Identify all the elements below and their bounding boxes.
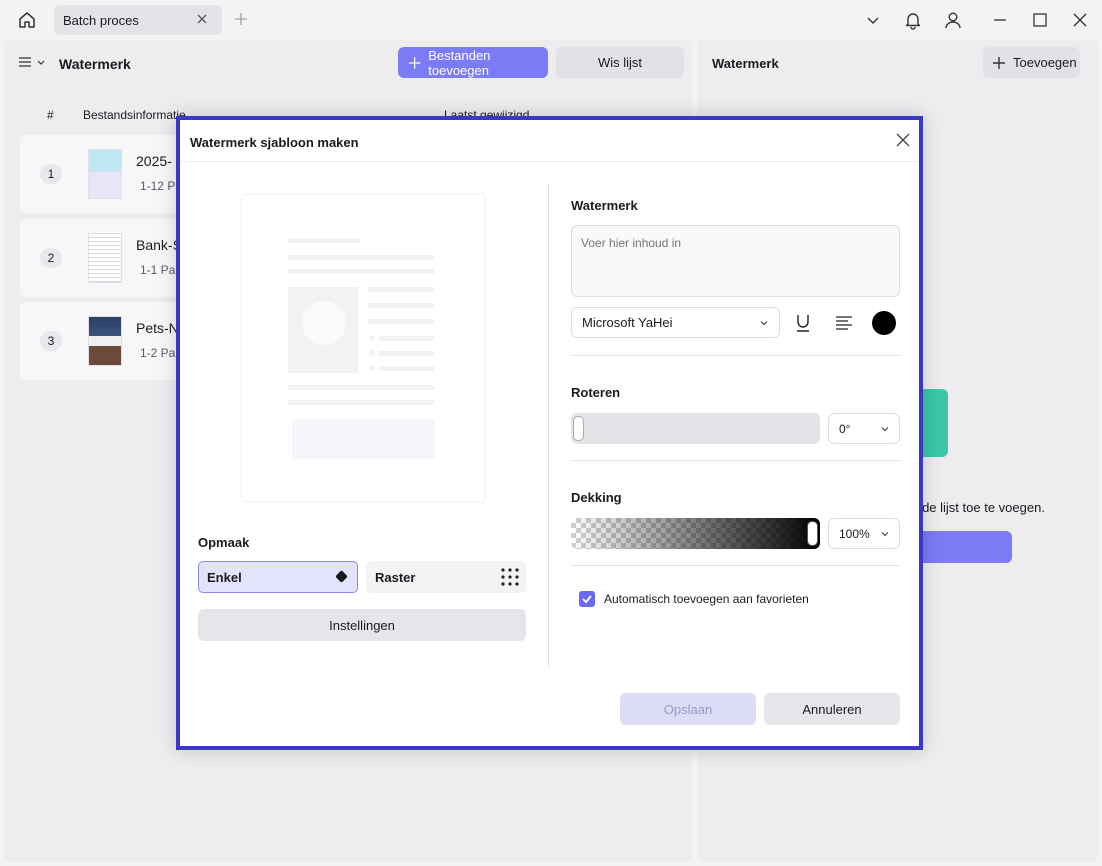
- watermark-text-input[interactable]: [571, 225, 900, 297]
- align-left-icon: [836, 316, 852, 330]
- font-select-value: Microsoft YaHei: [582, 315, 673, 330]
- home-button[interactable]: [14, 8, 40, 32]
- file-number: 1: [40, 164, 62, 184]
- panel-title: Watermerk: [712, 56, 779, 71]
- close-icon[interactable]: [895, 132, 911, 148]
- plus-icon[interactable]: [232, 10, 250, 28]
- user-icon: [945, 12, 961, 29]
- cancel-button[interactable]: Annuleren: [764, 693, 900, 725]
- file-name: 2025-: [136, 153, 172, 169]
- underline-icon: [797, 315, 809, 332]
- add-files-label: Bestanden toevoegen: [428, 47, 491, 78]
- opacity-slider[interactable]: [571, 518, 820, 549]
- tab-label: Batch proces: [63, 12, 139, 28]
- settings-button[interactable]: Instellingen: [198, 609, 526, 641]
- tab-batch-process[interactable]: Batch proces: [54, 5, 222, 35]
- chevron-down-icon: [881, 532, 889, 537]
- create-watermark-dialog: Watermerk sjabloon maken Opmaak Enkel Ra…: [176, 116, 923, 750]
- dialog-header: Watermerk sjabloon maken: [180, 120, 919, 162]
- close-icon: [1073, 13, 1087, 27]
- close-icon[interactable]: [195, 12, 209, 26]
- chevron-down-icon: [867, 17, 879, 24]
- opacity-select[interactable]: 100%: [828, 518, 900, 549]
- chevron-down-icon: [37, 60, 45, 65]
- file-row[interactable]: 2 Bank-S 1-1 Pa: [20, 219, 190, 297]
- add-label: Toevoegen: [1013, 55, 1077, 70]
- file-row[interactable]: 3 Pets-N 1-2 Pa: [20, 302, 190, 380]
- file-pages: 1-2 Pa: [140, 346, 176, 360]
- document-preview-icon: [288, 238, 434, 459]
- rotate-slider[interactable]: [571, 413, 820, 444]
- file-number: 2: [40, 248, 62, 268]
- home-icon: [19, 12, 35, 28]
- format-option-single-label: Enkel: [207, 569, 242, 585]
- divider: [571, 565, 900, 566]
- format-option-grid-label: Raster: [375, 569, 416, 585]
- dialog-title: Watermerk sjabloon maken: [190, 135, 359, 150]
- column-header-info[interactable]: Bestandsinformatie: [83, 108, 186, 122]
- auto-favorite-checkbox[interactable]: [579, 591, 595, 607]
- hamburger-icon: [19, 57, 31, 67]
- rotate-slider-handle[interactable]: [573, 416, 584, 441]
- format-label: Opmaak: [198, 535, 250, 550]
- plus-icon: [408, 56, 421, 69]
- notifications-button[interactable]: [902, 9, 924, 31]
- bell-icon: [905, 13, 921, 30]
- close-window-button[interactable]: [1069, 9, 1091, 31]
- file-number: 3: [40, 331, 62, 351]
- maximize-button[interactable]: [1029, 9, 1051, 31]
- format-option-single[interactable]: Enkel: [198, 561, 358, 593]
- font-select[interactable]: Microsoft YaHei: [571, 307, 780, 338]
- account-button[interactable]: [942, 9, 964, 31]
- file-pages: 1-1 Pa: [140, 263, 176, 277]
- auto-favorite-label[interactable]: Automatisch toevoegen aan favorieten: [604, 592, 809, 606]
- plus-icon: [993, 56, 1005, 69]
- title-bar: Batch proces: [0, 0, 1102, 40]
- menu-button[interactable]: [18, 55, 46, 69]
- opacity-value: 100%: [839, 526, 870, 541]
- rotate-select[interactable]: 0°: [828, 413, 900, 444]
- chevron-down-icon: [881, 427, 889, 432]
- panel-title: Watermerk: [59, 56, 131, 72]
- format-option-grid[interactable]: Raster: [366, 561, 526, 593]
- opacity-label: Dekking: [571, 490, 622, 505]
- dropdown-button[interactable]: [862, 9, 884, 31]
- checkmark-icon: [582, 595, 592, 604]
- minimize-button[interactable]: [989, 9, 1011, 31]
- single-dot-icon: [335, 570, 348, 583]
- divider: [548, 183, 549, 668]
- add-watermark-button[interactable]: Toevoegen: [983, 47, 1080, 78]
- column-header-number: #: [47, 108, 54, 122]
- minimize-icon: [994, 19, 1006, 21]
- empty-state-hint: an de lijst toe te voegen.: [904, 500, 1045, 515]
- save-button[interactable]: Opslaan: [620, 693, 756, 725]
- file-thumbnail: [88, 233, 122, 283]
- chevron-down-icon: [760, 321, 768, 326]
- underline-button[interactable]: [793, 313, 813, 333]
- divider: [571, 355, 900, 356]
- file-row[interactable]: 1 2025- 1-12 Pa: [20, 135, 190, 213]
- clear-list-button[interactable]: Wis lijst: [556, 47, 684, 78]
- watermark-preview: [242, 195, 484, 501]
- rotate-label: Roteren: [571, 385, 621, 400]
- watermark-label: Watermerk: [571, 198, 638, 213]
- opacity-slider-handle[interactable]: [807, 521, 818, 546]
- divider: [571, 460, 900, 461]
- text-color-swatch[interactable]: [872, 311, 896, 335]
- maximize-icon: [1033, 13, 1047, 27]
- add-files-button[interactable]: Bestanden toevoegen: [398, 47, 548, 78]
- grid-dots-icon: [501, 568, 519, 586]
- align-button[interactable]: [834, 313, 854, 333]
- rotate-value: 0°: [839, 421, 851, 436]
- file-thumbnail: [88, 149, 122, 199]
- file-thumbnail: [88, 316, 122, 366]
- file-name: Pets-N: [136, 320, 179, 336]
